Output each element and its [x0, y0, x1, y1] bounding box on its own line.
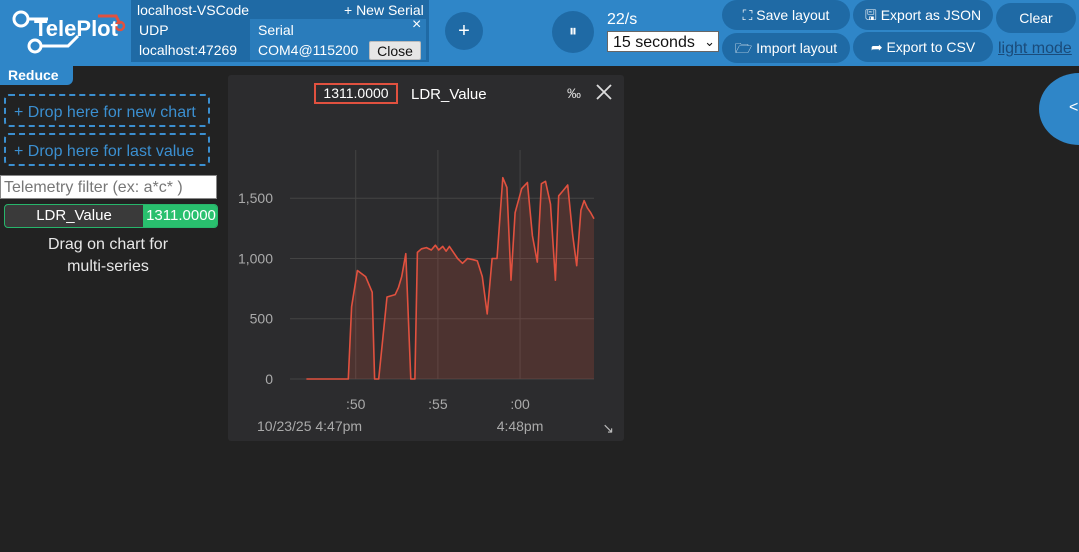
save-layout-button[interactable]: ⛶ Save layout [722, 0, 850, 30]
resize-icon: ↘ [602, 421, 614, 437]
hint-line-2: multi-series [67, 258, 149, 275]
telemetry-item-ldr[interactable]: LDR_Value 1311.0000 [4, 204, 218, 228]
serial-label: Serial [258, 22, 294, 38]
x-tick-label: :55 [428, 396, 448, 412]
y-tick-label: 0 [265, 371, 273, 387]
x-date-label: 10/23/25 4:47pm [257, 418, 362, 434]
close-connection-icon[interactable]: × [412, 16, 421, 34]
y-tick-label: 1,500 [238, 190, 273, 206]
clear-button[interactable]: Clear [996, 3, 1076, 33]
x-date-label: 4:48pm [497, 418, 544, 434]
multi-series-hint: Drag on chart for multi-series [4, 234, 212, 278]
pause-button[interactable]: ⏸ [552, 11, 594, 53]
drop-new-chart-zone[interactable]: + Drop here for new chart [4, 94, 210, 127]
time-window-select[interactable]: 15 seconds ⌄ [607, 31, 719, 52]
time-window-value: 15 seconds [613, 34, 695, 51]
y-tick-label: 1,000 [238, 250, 273, 266]
protocol-label: UDP [139, 22, 169, 38]
serial-port-label: COM4@115200 [258, 42, 359, 58]
import-layout-button[interactable]: 🗁 Import layout [722, 33, 850, 63]
x-tick-label: :50 [346, 396, 366, 412]
y-tick-label: 500 [250, 311, 274, 327]
export-json-button[interactable]: 🖫 Export as JSON [853, 0, 993, 30]
logo-text: TelePlot [34, 16, 119, 41]
top-bar: TelePlot localhost-VSCode + New Serial U… [0, 0, 1079, 66]
teleplot-logo: TelePlot [12, 10, 126, 54]
x-tick-label: :00 [510, 396, 530, 412]
chart-svg[interactable]: 0 500 1,000 1,500 :50 :55 :00 10/23/25 4:47pm 4:… [228, 75, 624, 441]
light-mode-link[interactable]: light mode [998, 40, 1072, 58]
drop-last-value-zone[interactable]: + Drop here for last value [4, 133, 210, 166]
chart-panel: 1311.0000 LDR_Value ‰ 0 500 1,000 1,500:50:… [228, 75, 624, 441]
rate-label: 22/s [607, 11, 638, 28]
telemetry-name: LDR_Value [36, 207, 112, 224]
right-toggle-label: < [1069, 99, 1079, 116]
add-connection-button[interactable]: + [445, 12, 483, 50]
reduce-toggle[interactable]: Reduce [0, 66, 73, 85]
right-panel-toggle[interactable]: < [1039, 73, 1079, 145]
telemetry-filter-input[interactable]: Telemetry filter (ex: a*c* ) [0, 175, 217, 199]
hint-line-1: Drag on chart for [47, 236, 169, 253]
connection-host: localhost-VSCode [137, 2, 250, 18]
chevron-down-icon: ⌄ [704, 34, 715, 49]
serial-close-button[interactable]: Close [369, 41, 421, 60]
address-label: localhost:47269 [139, 42, 238, 58]
export-csv-button[interactable]: ➦ Export to CSV [853, 32, 993, 62]
telemetry-value: 1311.0000 [143, 205, 217, 227]
